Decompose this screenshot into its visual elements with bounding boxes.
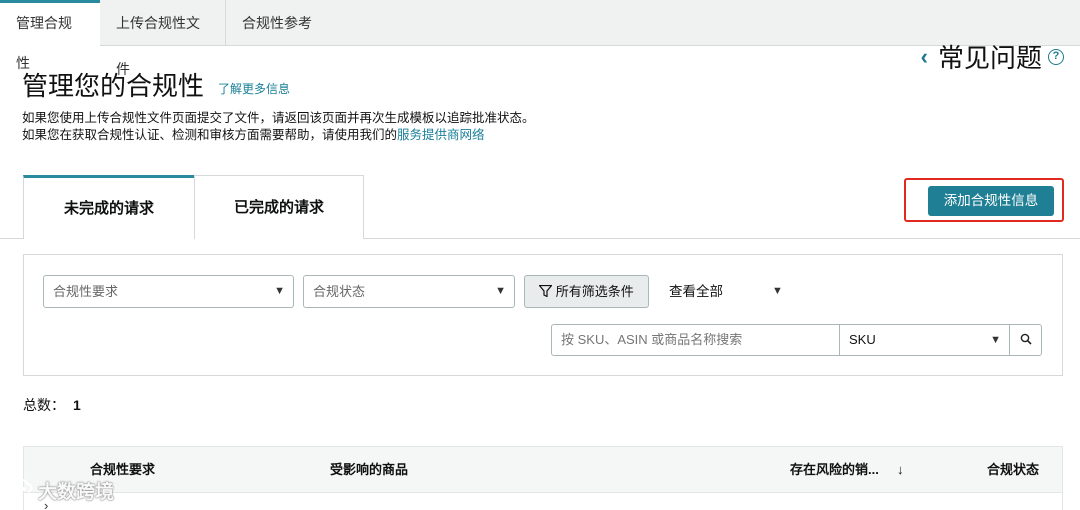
tab-completed-requests[interactable]: 已完成的请求 (194, 175, 364, 239)
chevron-down-icon: ▼ (495, 285, 506, 297)
compliance-status-placeholder: 合规状态 (313, 284, 366, 299)
tab-manage-compliance[interactable]: 管理合规性 (0, 0, 100, 71)
filter-panel: 合规性要求 ▼ 合规状态 ▼ 所有筛选条件 查看全部 ▼ 按 SKU、ASIN … (23, 254, 1063, 376)
search-input[interactable]: 按 SKU、ASIN 或商品名称搜索 (551, 324, 840, 356)
filter-icon (538, 284, 556, 299)
search-button[interactable] (1009, 324, 1042, 356)
tab-compliance-reference[interactable]: 合规性参考 (226, 0, 336, 46)
total-value: 1 (73, 397, 81, 413)
chevron-down-icon: ▼ (274, 285, 285, 297)
chevron-down-icon: ▼ (990, 334, 1001, 346)
sort-arrow-icon[interactable]: ↓ (897, 447, 904, 493)
help-icon[interactable]: ? (1048, 48, 1064, 65)
description-line-2-text: 如果您在获取合规性认证、检测和审核方面需要帮助，请使用我们的 (22, 128, 398, 142)
search-field-value: SKU (849, 332, 876, 347)
learn-more-link[interactable]: 了解更多信息 (218, 80, 290, 97)
add-compliance-info-button[interactable]: 添加合规性信息 (928, 186, 1054, 216)
watermark-text: 大数跨境 (38, 482, 115, 503)
all-filters-button[interactable]: 所有筛选条件 (524, 275, 649, 308)
watermark: 大数跨境 (8, 477, 114, 504)
compliance-status-select[interactable]: 合规状态 ▼ (303, 275, 515, 308)
total-count: 总数： 1 (23, 395, 81, 415)
table-row[interactable] (23, 493, 1063, 510)
top-tab-bar: 管理合规性 上传合规性文件 合规性参考 (0, 0, 1080, 77)
search-field-select[interactable]: SKU ▼ (839, 324, 1010, 356)
column-affected-products[interactable]: 受影响的商品 (330, 447, 408, 493)
chevron-down-icon[interactable]: ▼ (772, 275, 783, 308)
add-button-highlight: 添加合规性信息 (904, 178, 1064, 222)
compliance-requirement-select[interactable]: 合规性要求 ▼ (43, 275, 294, 308)
tab-open-requests[interactable]: 未完成的请求 (23, 175, 195, 239)
column-sales-at-risk[interactable]: 存在风险的销... (790, 447, 879, 493)
service-provider-network-link[interactable]: 服务提供商网络 (397, 128, 485, 142)
compliance-requirement-placeholder: 合规性要求 (53, 284, 119, 299)
page-title: 管理您的合规性 (22, 71, 205, 101)
chevron-left-icon: ‹ (920, 43, 928, 69)
description-line-2: 如果您在获取合规性认证、检测和审核方面需要帮助，请使用我们的服务提供商网络 (22, 124, 485, 143)
view-all-dropdown[interactable]: 查看全部 (669, 275, 723, 308)
watermark-logo-icon (8, 478, 34, 504)
faq-link[interactable]: ‹ 常见问题 ? (921, 38, 1064, 75)
all-filters-label: 所有筛选条件 (555, 284, 634, 299)
column-compliance-status[interactable]: 合规状态 (987, 447, 1039, 493)
search-icon (1020, 333, 1032, 347)
faq-label: 常见问题 (937, 43, 1042, 73)
total-label: 总数： (23, 397, 65, 413)
table-header: 合规性要求 受影响的商品 存在风险的销... ↓ 合规状态 (23, 446, 1063, 493)
tab-upload-compliance-files[interactable]: 上传合规性文件 (100, 0, 226, 77)
